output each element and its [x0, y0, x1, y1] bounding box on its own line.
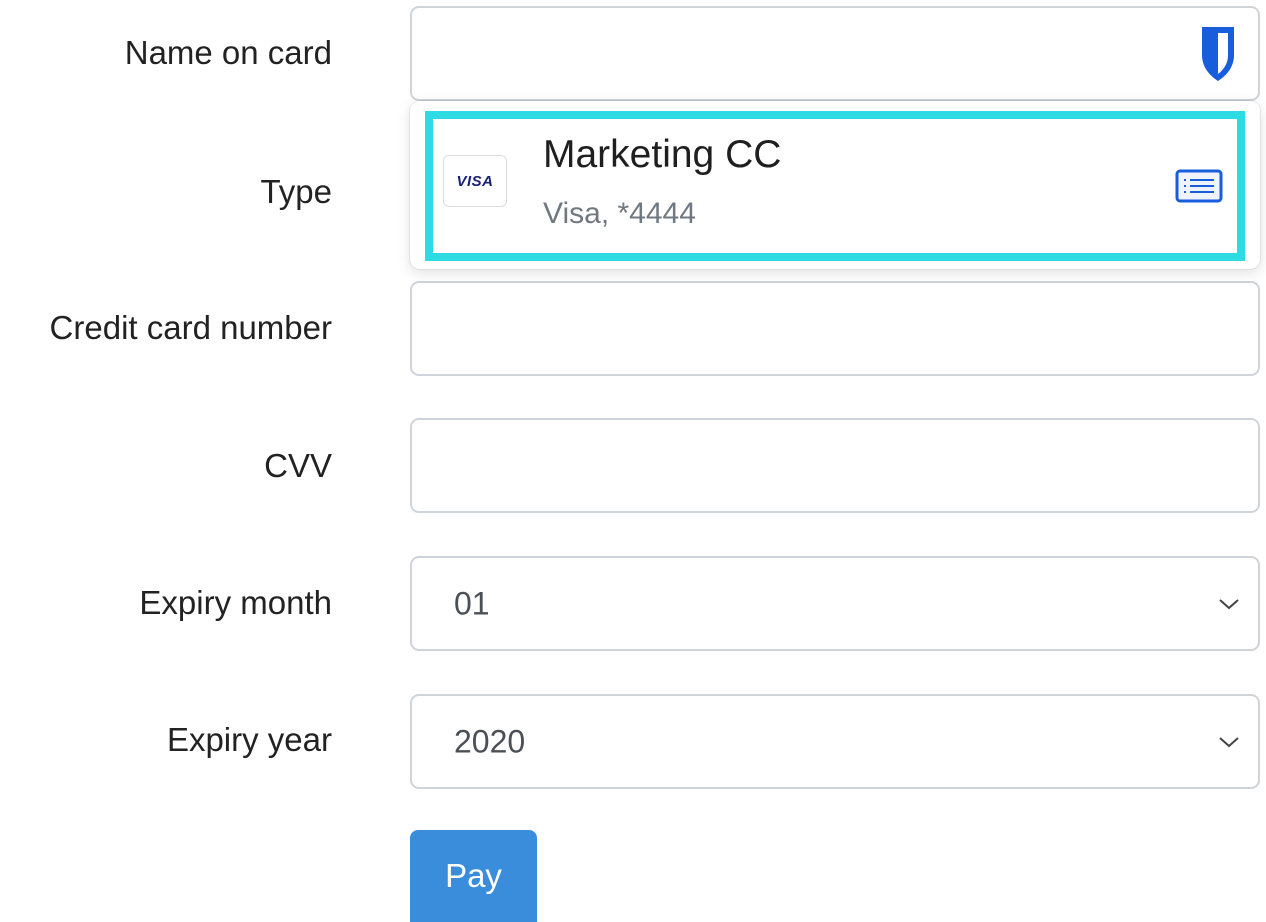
- autofill-dropdown: VISA Marketing CC Visa, *4444: [410, 101, 1260, 269]
- expiry-year-select[interactable]: 2020: [410, 694, 1260, 789]
- visa-brand-icon: VISA: [443, 155, 507, 207]
- pay-button[interactable]: Pay: [410, 830, 537, 922]
- bitwarden-shield-icon[interactable]: [1200, 25, 1236, 83]
- expiry-month-select[interactable]: 01: [410, 556, 1260, 651]
- expiry-year-value: 2020: [454, 723, 526, 759]
- name-on-card-input[interactable]: [410, 6, 1260, 101]
- expiry-month-label: Expiry month: [139, 584, 332, 621]
- cvv-input[interactable]: [410, 418, 1260, 513]
- name-on-card-label: Name on card: [124, 34, 332, 71]
- credit-card-number-input[interactable]: [410, 281, 1260, 376]
- autofill-item-title: Marketing CC: [543, 133, 782, 176]
- autofill-item-subtitle: Visa, *4444: [543, 197, 696, 230]
- chevron-down-icon: [1219, 736, 1239, 747]
- expiry-year-label: Expiry year: [166, 721, 332, 758]
- chevron-down-icon: [1219, 598, 1239, 609]
- credit-card-number-label: Credit card number: [49, 309, 332, 346]
- card-icon[interactable]: [1175, 169, 1223, 203]
- autofill-item-marketing-cc[interactable]: VISA Marketing CC Visa, *4444: [425, 111, 1245, 261]
- cvv-label: CVV: [264, 447, 332, 484]
- type-label: Type: [260, 173, 332, 210]
- expiry-month-value: 01: [454, 585, 490, 621]
